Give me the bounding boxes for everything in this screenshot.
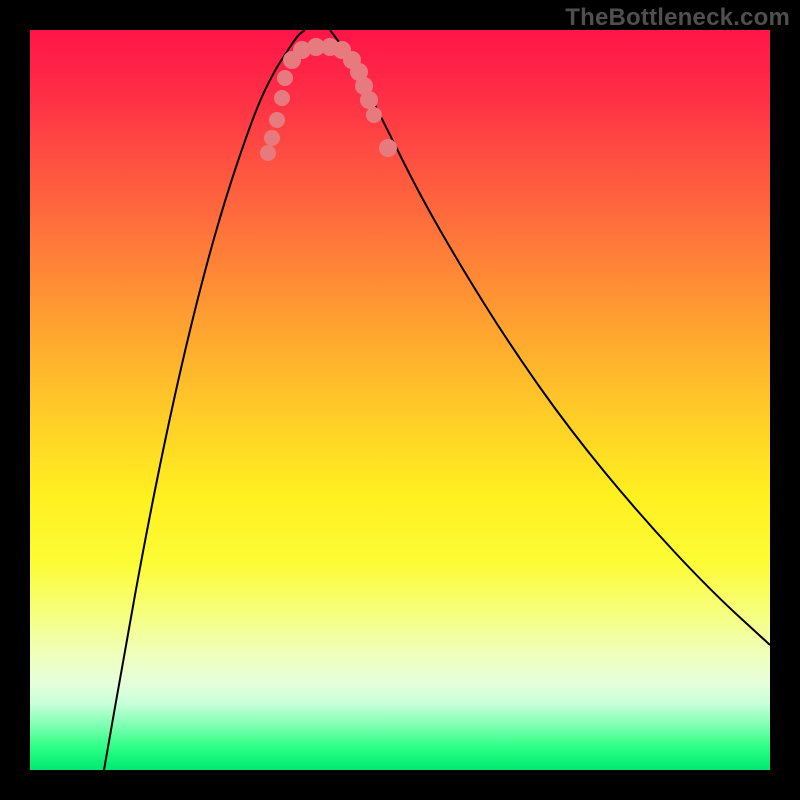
right-curve — [330, 30, 770, 645]
plot-svg — [30, 30, 770, 770]
marker-point — [360, 91, 378, 109]
plot-area — [30, 30, 770, 770]
marker-point — [269, 112, 285, 128]
marker-point — [277, 70, 293, 86]
watermark-text: TheBottleneck.com — [565, 4, 790, 32]
marker-point — [260, 145, 276, 161]
marker-point — [274, 90, 290, 106]
marker-point — [366, 107, 382, 123]
marker-point — [379, 139, 397, 157]
marker-cluster — [260, 38, 397, 161]
marker-point — [264, 130, 280, 146]
chart-frame: TheBottleneck.com — [0, 0, 800, 800]
